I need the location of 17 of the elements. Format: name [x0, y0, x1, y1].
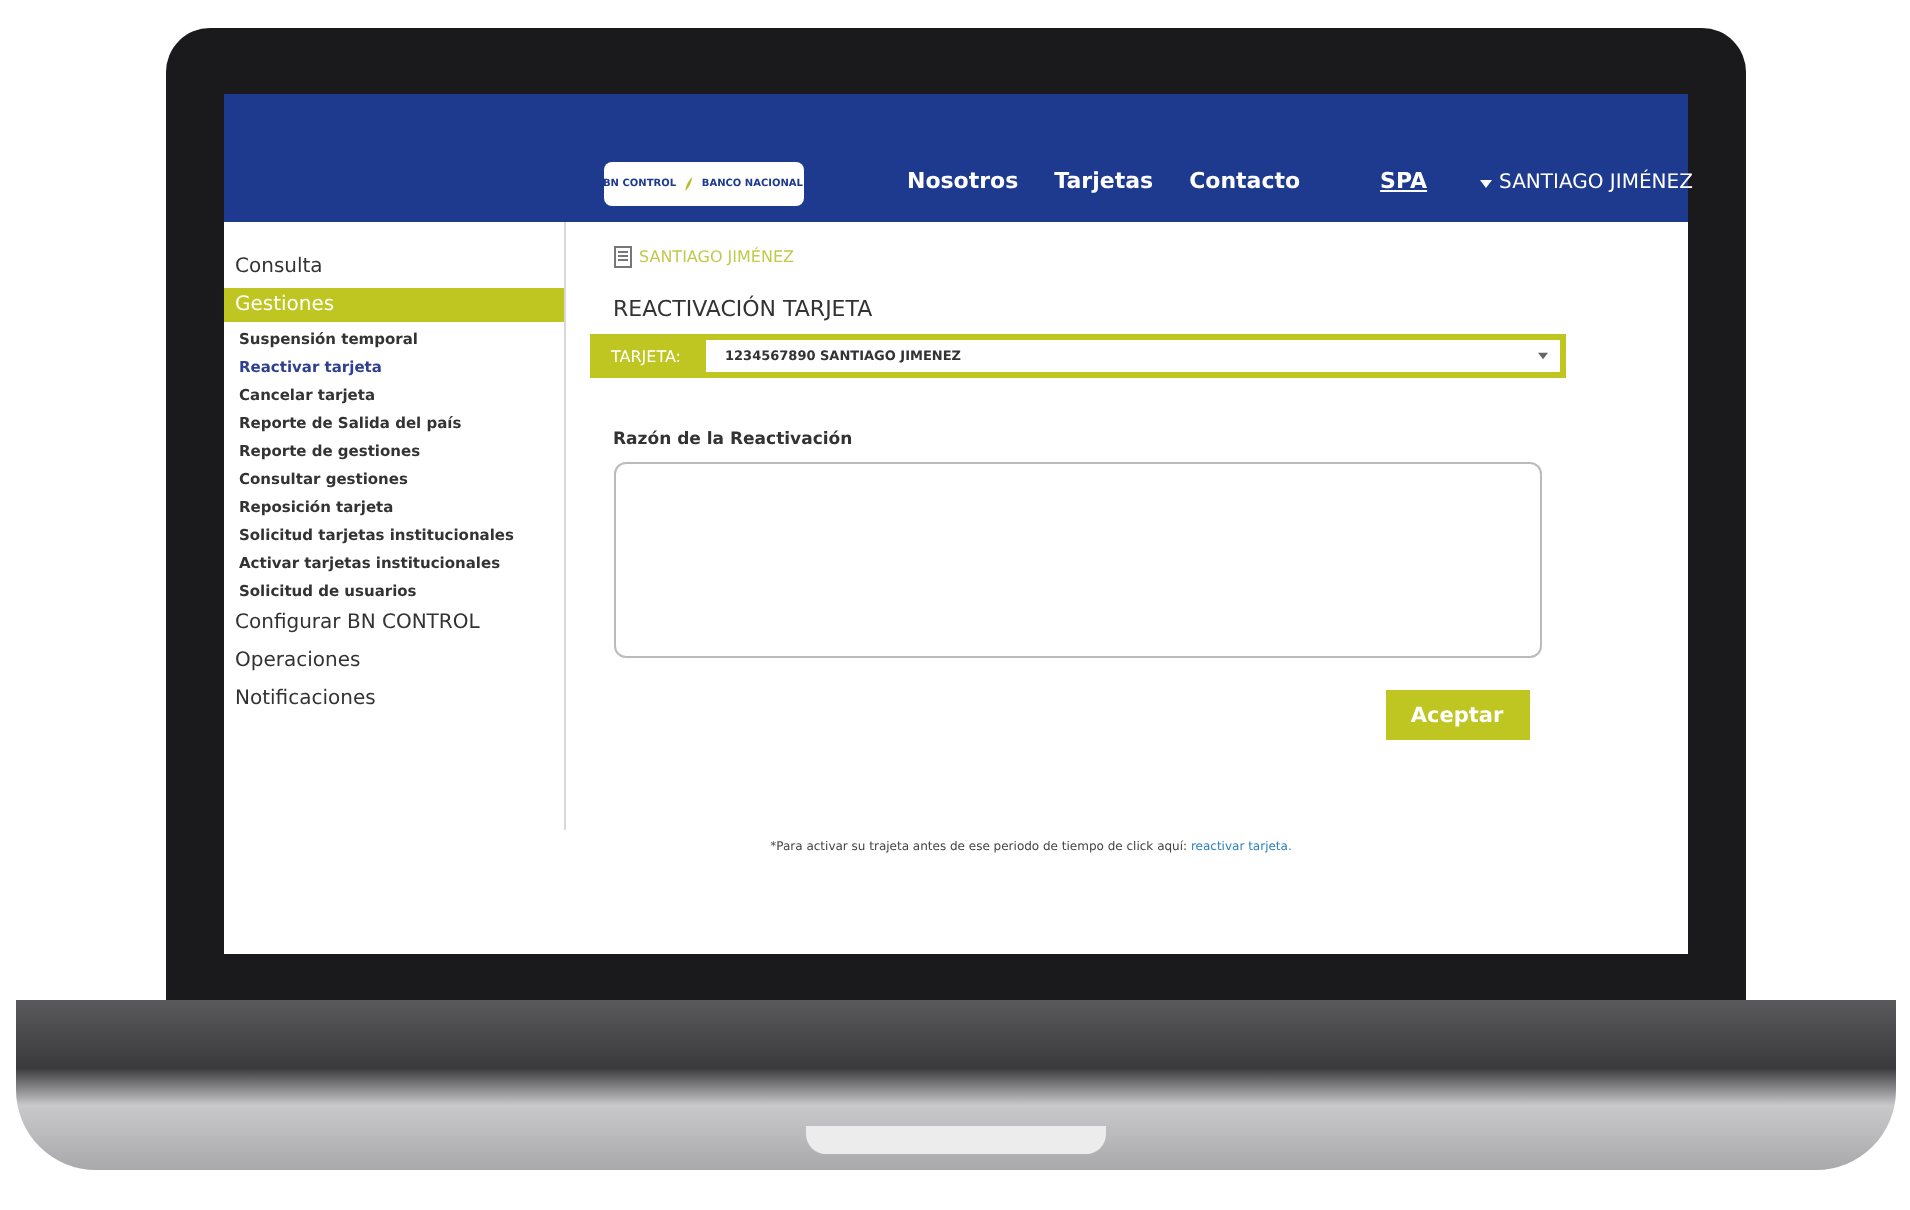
building-icon [613, 246, 631, 268]
reason-textarea[interactable] [613, 462, 1541, 658]
user-menu-button[interactable]: SANTIAGO JIMÉNEZ [1479, 172, 1693, 206]
sidebar-item[interactable]: Consulta [223, 250, 563, 284]
reason-label: Razón de la Reactivación [613, 430, 855, 450]
nav-link[interactable]: Nosotros [907, 168, 1019, 206]
card-label: TARJETA: [609, 347, 684, 365]
page-title: REACTIVACIÓN TARJETA [613, 296, 875, 322]
nav-link[interactable]: Contacto [1189, 168, 1301, 206]
sidebar-item[interactable]: Configurar BN CONTROL [223, 606, 563, 640]
caret-icon [1537, 352, 1547, 360]
sidebar-item[interactable]: Notificaciones [223, 682, 563, 716]
sidebar-item[interactable]: Operaciones [223, 644, 563, 678]
client-name: SANTIAGO JIMÉNEZ [639, 248, 794, 266]
caret-icon [1479, 179, 1492, 187]
nav-link[interactable]: SPA [1380, 168, 1428, 206]
nav-link[interactable]: Tarjetas [1054, 168, 1154, 206]
